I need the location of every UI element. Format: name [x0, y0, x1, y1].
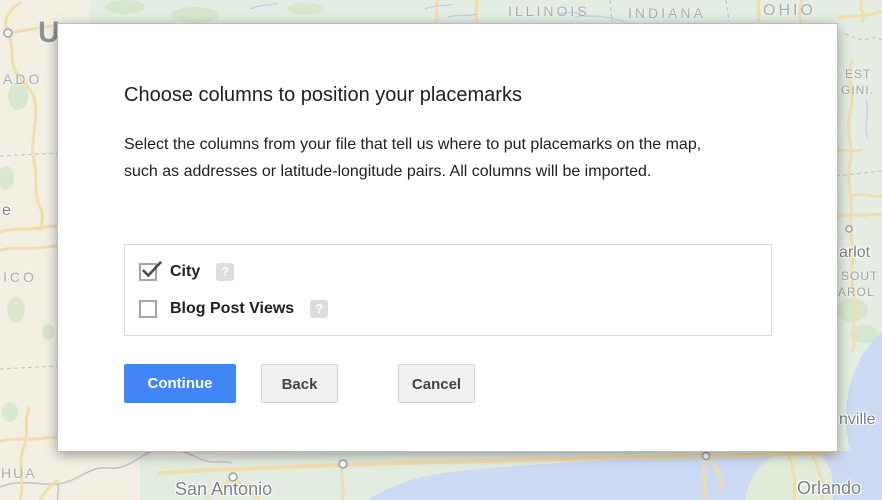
map-label-illinois: ILLINOIS — [508, 3, 590, 19]
map-label-south-carolina-2: AROL — [838, 285, 875, 299]
cancel-button[interactable]: Cancel — [398, 364, 475, 403]
column-row-blog-post-views: Blog Post Views ? — [139, 299, 757, 319]
map-label-charlotte: arlot — [839, 244, 870, 262]
map-label-san-antonio: San Antonio — [175, 479, 272, 500]
map-label-orlando: Orlando — [797, 478, 861, 499]
help-icon[interactable]: ? — [216, 263, 234, 281]
map-label-west-virginia-1: EST — [845, 67, 871, 81]
map-label-new-mexico: ICO — [3, 269, 37, 285]
map-label-chihuahua: HUA — [1, 465, 37, 481]
import-columns-dialog: Choose columns to position your placemar… — [57, 23, 838, 452]
dialog-title: Choose columns to position your placemar… — [124, 84, 522, 107]
help-icon[interactable]: ? — [310, 300, 328, 318]
map-label-santa-fe: e — [2, 202, 11, 220]
map-label-ohio: OHIO — [763, 2, 816, 20]
map-label-jacksonville: nville — [839, 411, 875, 429]
continue-button[interactable]: Continue — [124, 364, 236, 403]
dialog-description: Select the columns from your file that t… — [124, 131, 704, 185]
map-label-colorado: ADO — [3, 71, 42, 87]
columns-list: City ? Blog Post Views ? — [124, 244, 772, 336]
column-label-blog-post-views[interactable]: Blog Post Views — [170, 300, 294, 318]
column-row-city: City ? — [139, 262, 757, 282]
app-window: ILLINOIS INDIANA OHIO U ADO e ICO HUA Sa… — [0, 0, 882, 500]
back-button[interactable]: Back — [261, 364, 338, 403]
column-label-city[interactable]: City — [170, 263, 200, 281]
map-label-west-virginia-2: GINI. — [841, 83, 874, 97]
checkmark-icon — [141, 260, 163, 280]
column-checkbox-0[interactable] — [139, 263, 157, 281]
column-checkbox-1[interactable] — [139, 300, 157, 318]
map-label-south-carolina-1: SOUT — [841, 269, 878, 283]
map-label-indiana: INDIANA — [628, 5, 706, 21]
